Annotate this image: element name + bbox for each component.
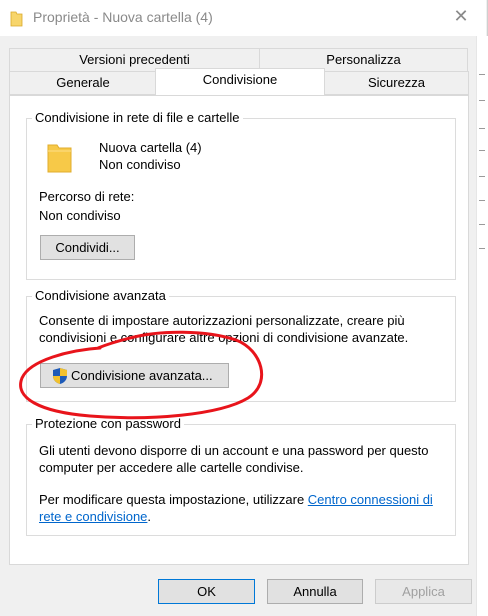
edge-mark <box>479 248 485 249</box>
group-label-password-protection: Protezione con password <box>32 416 184 432</box>
advanced-sharing-description-line2: condivisioni e configurare altre opzioni… <box>39 330 409 345</box>
background-window-edge <box>476 36 488 616</box>
password-description-line2: computer per accedere alle cartelle cond… <box>39 460 304 475</box>
close-icon[interactable]: ✕ <box>451 6 471 26</box>
title-bar: Proprietà - Nuova cartella (4) ✕ <box>0 0 486 36</box>
edge-mark <box>479 176 485 177</box>
network-center-link-part2[interactable]: rete e condivisione <box>39 509 147 524</box>
network-center-link-part1[interactable]: Centro connessioni di <box>308 492 433 507</box>
group-label-network-sharing: Condivisione in rete di file e cartelle <box>32 110 243 126</box>
folder-share-status: Non condiviso <box>99 157 181 172</box>
advanced-sharing-button-label: Condivisione avanzata... <box>71 368 213 383</box>
password-instruction-prefix: Per modificare questa impostazione, util… <box>39 492 308 507</box>
network-path-value: Non condiviso <box>39 208 121 223</box>
tab-generale[interactable]: Generale <box>9 71 157 95</box>
password-instruction-line3: Per modificare questa impostazione, util… <box>39 492 433 508</box>
uac-shield-icon <box>53 368 67 384</box>
edge-mark <box>479 100 485 101</box>
edge-mark <box>479 224 485 225</box>
group-label-advanced-sharing: Condivisione avanzata <box>32 288 169 304</box>
edge-mark <box>479 128 485 129</box>
network-path-label: Percorso di rete: <box>39 189 135 204</box>
tab-sicurezza[interactable]: Sicurezza <box>324 71 469 95</box>
share-button[interactable]: Condividi... <box>40 235 135 260</box>
folder-large-icon <box>47 144 72 173</box>
tab-condivisione[interactable]: Condivisione <box>155 68 325 95</box>
edge-mark <box>479 74 485 75</box>
password-instruction-suffix: . <box>147 509 152 524</box>
cancel-button[interactable]: Annulla <box>267 579 363 604</box>
window-title: Proprietà - Nuova cartella (4) <box>33 9 213 25</box>
edge-mark <box>479 200 485 201</box>
folder-name: Nuova cartella (4) <box>99 140 202 155</box>
apply-button[interactable]: Applica <box>375 579 472 604</box>
password-description-line1: Gli utenti devono disporre di un account… <box>39 443 429 458</box>
password-instruction-line4: rete e condivisione. <box>39 509 151 525</box>
properties-dialog: Proprietà - Nuova cartella (4) ✕ Version… <box>0 0 488 616</box>
ok-button[interactable]: OK <box>158 579 255 604</box>
edge-mark <box>479 150 485 151</box>
folder-icon <box>10 11 23 27</box>
advanced-sharing-button[interactable]: Condivisione avanzata... <box>40 363 229 388</box>
advanced-sharing-description-line1: Consente di impostare autorizzazioni per… <box>39 313 405 328</box>
